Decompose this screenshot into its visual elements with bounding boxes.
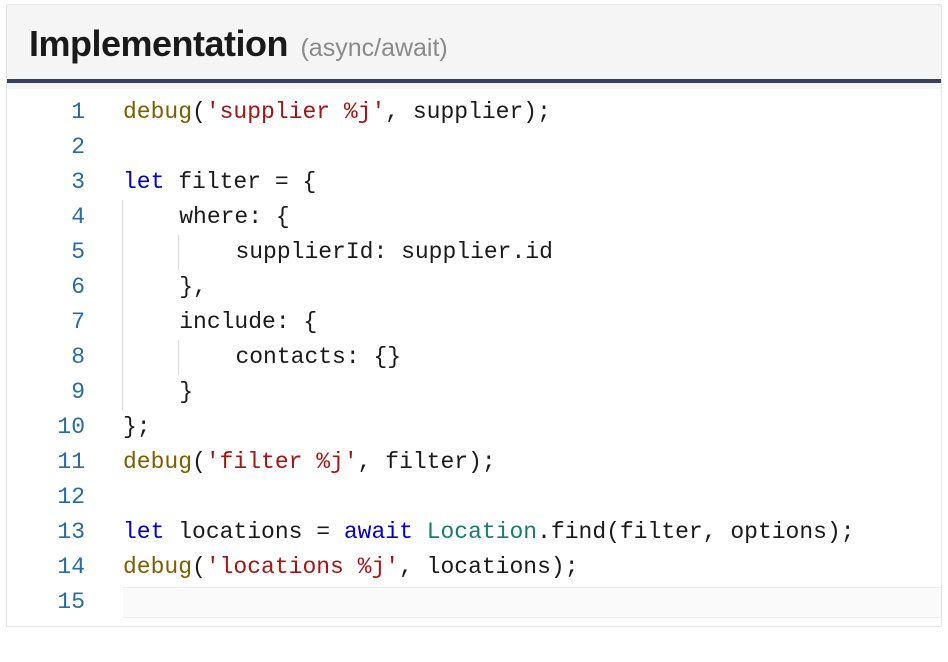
text-token (178, 235, 235, 270)
code-line[interactable]: contacts: {} (123, 340, 941, 375)
code-line[interactable]: debug('supplier %j', supplier); (123, 95, 941, 130)
line-number: 2 (7, 130, 111, 165)
text-token: include: { (179, 309, 317, 335)
line-number: 1 (7, 95, 111, 130)
text-token: ( (192, 449, 206, 475)
line-number-gutter: 123456789101112131415 (7, 89, 111, 626)
line-number: 15 (7, 585, 111, 620)
text-token: locations = (164, 519, 343, 545)
text-token (122, 270, 179, 305)
text-token (122, 375, 179, 410)
string-token: 'supplier %j' (206, 99, 385, 125)
code-editor[interactable]: 123456789101112131415 debug('supplier %j… (7, 89, 941, 626)
panel-title: Implementation (29, 23, 288, 64)
text-token (122, 235, 179, 270)
text-token: supplierId: supplier.id (235, 239, 552, 265)
code-line[interactable]: include: { (123, 305, 941, 340)
line-number: 4 (7, 200, 111, 235)
code-line[interactable] (123, 130, 941, 165)
line-number: 14 (7, 550, 111, 585)
code-line[interactable]: supplierId: supplier.id (123, 235, 941, 270)
panel: Implementation (async/await) 12345678910… (6, 4, 942, 627)
function-token: debug (123, 99, 192, 125)
text-token: contacts: {} (235, 344, 401, 370)
code-line[interactable]: debug('filter %j', filter); (123, 445, 941, 480)
code-line[interactable]: }; (123, 410, 941, 445)
code-line[interactable]: } (123, 375, 941, 410)
text-token: }; (123, 414, 151, 440)
text-token: filter = { (164, 169, 316, 195)
line-number: 6 (7, 270, 111, 305)
code-line[interactable] (123, 480, 941, 515)
code-line[interactable]: where: { (123, 200, 941, 235)
line-number: 3 (7, 165, 111, 200)
panel-header: Implementation (async/await) (7, 23, 941, 83)
line-number: 7 (7, 305, 111, 340)
line-number: 8 (7, 340, 111, 375)
code-content[interactable]: debug('supplier %j', supplier); let filt… (111, 89, 941, 626)
text-token (122, 200, 179, 235)
text-token: where: { (179, 204, 289, 230)
line-number: 13 (7, 515, 111, 550)
text-token: .find(filter, options); (537, 519, 854, 545)
function-token: debug (123, 554, 192, 580)
class-token: Location (427, 519, 537, 545)
text-token: ( (192, 554, 206, 580)
line-number: 12 (7, 480, 111, 515)
text-token: ( (192, 99, 206, 125)
line-number: 10 (7, 410, 111, 445)
text-token: , locations); (399, 554, 578, 580)
panel-subtitle: (async/await) (300, 34, 447, 62)
code-line[interactable]: }, (123, 270, 941, 305)
text-token (413, 519, 427, 545)
string-token: 'filter %j' (206, 449, 358, 475)
function-token: debug (123, 449, 192, 475)
line-number: 9 (7, 375, 111, 410)
string-token: 'locations %j' (206, 554, 399, 580)
keyword-token: let (123, 519, 164, 545)
line-number: 5 (7, 235, 111, 270)
line-number: 11 (7, 445, 111, 480)
keyword-token: await (344, 519, 413, 545)
text-token: , filter); (358, 449, 496, 475)
text-token (178, 340, 235, 375)
text-token (122, 305, 179, 340)
code-line[interactable]: let filter = { (123, 165, 941, 200)
current-line-highlight (123, 587, 941, 618)
text-token: , supplier); (385, 99, 551, 125)
code-line[interactable]: let locations = await Location.find(filt… (123, 515, 941, 550)
text-token: } (179, 379, 193, 405)
text-token: }, (179, 274, 207, 300)
code-line[interactable] (123, 585, 941, 620)
keyword-token: let (123, 169, 164, 195)
text-token (122, 340, 179, 375)
code-line[interactable]: debug('locations %j', locations); (123, 550, 941, 585)
